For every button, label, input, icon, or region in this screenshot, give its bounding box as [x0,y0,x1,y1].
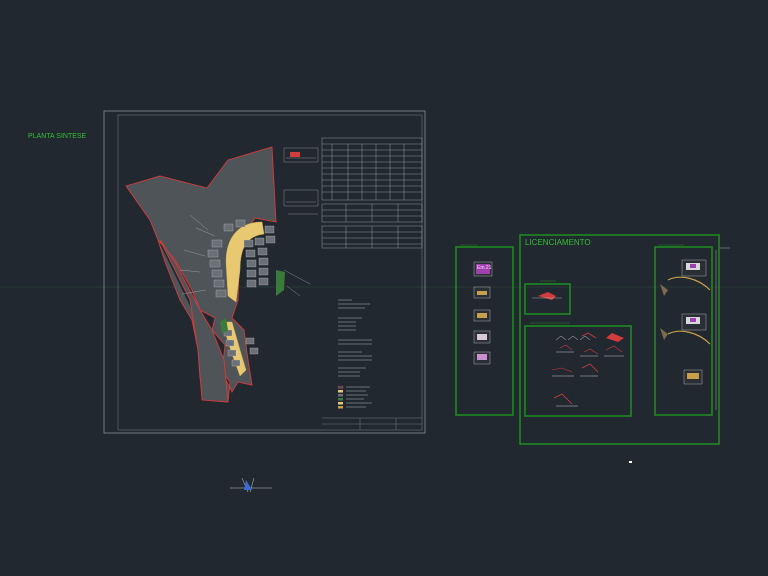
situation-mini [532,292,562,300]
frame-situation[interactable] [524,283,571,315]
section-red-mark [290,152,300,157]
notes-block [338,299,372,377]
thumbnail-badge: Em.21 [477,265,492,271]
title-planta-sintese[interactable]: PLANTA SINTESE [28,133,86,140]
title-block [322,417,422,430]
elevation-thumbnails [473,261,493,365]
section-sketches [283,147,319,215]
frame-header-lines [460,244,684,324]
legend-block [337,385,372,409]
section-thumbnails [551,332,624,407]
data-tables[interactable] [321,137,423,249]
north-arrow-fill [244,480,252,490]
cad-model-space[interactable]: PLANTA SINTESE LICENCIAMENTO Em.21 [0,0,768,576]
green-area [276,270,285,296]
title-licenciamento[interactable]: LICENCIAMENTO [525,239,591,247]
drawing-svg [0,110,768,493]
marker-dot [629,461,632,463]
